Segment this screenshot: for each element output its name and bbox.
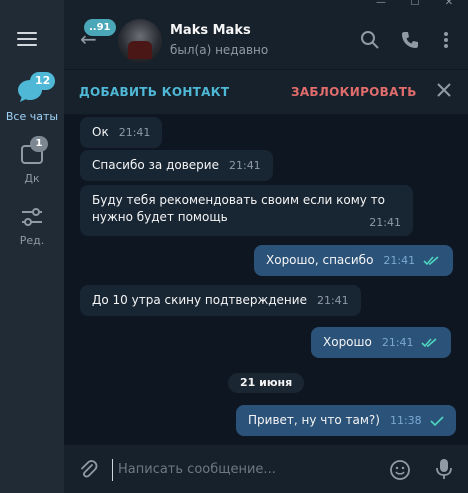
- folder-rail: 12 Все чаты 1 Дк Ред.: [0, 0, 64, 493]
- message-list[interactable]: Ок 21:41 Спасибо за доверие 21:41 Буду теб…: [64, 115, 468, 444]
- folder-all-chats[interactable]: 12 Все чаты: [0, 72, 64, 123]
- folder-edit[interactable]: Ред.: [0, 202, 64, 247]
- paperclip-icon[interactable]: [78, 459, 98, 479]
- message-bubble[interactable]: Ок 21:41: [80, 117, 163, 148]
- message-bubble[interactable]: Хорошо 21:41: [311, 327, 452, 358]
- message-time: 21:41: [381, 336, 414, 349]
- contact-action-bar: ДОБАВИТЬ КОНТАКТ ЗАБЛОКИРОВАТЬ: [64, 69, 468, 115]
- message-text: Буду тебя рекомендовать своим если кому …: [92, 193, 385, 224]
- menu-icon[interactable]: [17, 32, 37, 48]
- date-separator: 21 июня: [228, 373, 305, 393]
- search-icon[interactable]: [360, 30, 380, 50]
- sliders-icon: [22, 208, 42, 226]
- double-check-icon: [421, 337, 437, 347]
- phone-icon[interactable]: [400, 30, 420, 50]
- double-check-icon: [423, 255, 439, 265]
- message-text: Ок: [92, 125, 109, 139]
- message-text: Спасибо за доверие: [92, 158, 219, 172]
- message-text: Привет, ну что там?): [248, 413, 380, 427]
- message-bubble[interactable]: Хорошо, спасибо 21:41: [254, 245, 453, 276]
- block-button[interactable]: ЗАБЛОКИРОВАТЬ: [291, 85, 417, 99]
- folder-label: Дк: [24, 172, 40, 185]
- more-vertical-icon[interactable]: [436, 30, 456, 50]
- chat-title[interactable]: Maks Maks: [170, 23, 251, 38]
- folder-label: Ред.: [19, 234, 45, 247]
- avatar[interactable]: [118, 19, 162, 63]
- maximize-button[interactable]: ☐: [404, 0, 426, 10]
- close-icon[interactable]: [436, 82, 452, 98]
- title-bar: — ☐ ✕: [0, 0, 468, 11]
- add-contact-button[interactable]: ДОБАВИТЬ КОНТАКТ: [79, 85, 229, 99]
- message-time: 21:41: [383, 254, 416, 267]
- message-input[interactable]: Написать сообщение...: [112, 459, 372, 481]
- microphone-icon[interactable]: [434, 457, 454, 481]
- message-bubble[interactable]: Привет, ну что там?) 11:38: [236, 405, 456, 436]
- message-bubble[interactable]: Спасибо за доверие 21:41: [80, 150, 273, 181]
- all-chats-badge: 12: [30, 72, 56, 90]
- message-text: До 10 утра скину подтверждение: [92, 293, 307, 307]
- folder-dk[interactable]: 1 Дк: [0, 136, 64, 185]
- message-time: 11:38: [389, 414, 422, 427]
- chat-header: ← ..91 Maks Maks был(а) недавно: [64, 11, 468, 69]
- message-composer: Написать сообщение...: [64, 444, 468, 493]
- message-bubble[interactable]: Буду тебя рекомендовать своим если кому …: [80, 185, 413, 236]
- emoji-icon[interactable]: [389, 459, 411, 481]
- close-window-button[interactable]: ✕: [438, 0, 460, 10]
- message-text: Хорошо, спасибо: [266, 253, 374, 267]
- message-time: 21:41: [316, 294, 349, 307]
- chat-status: был(а) недавно: [170, 43, 269, 57]
- message-time: 21:41: [369, 216, 401, 229]
- folder-label: Все чаты: [5, 110, 59, 123]
- message-text: Хорошо: [323, 335, 372, 349]
- message-bubble[interactable]: До 10 утра скину подтверждение 21:41: [80, 285, 361, 316]
- message-time: 21:41: [228, 159, 261, 172]
- folder-dk-badge: 1: [30, 136, 48, 152]
- message-time: 21:41: [118, 126, 151, 139]
- check-icon: [429, 415, 444, 426]
- unread-counter-badge: ..91: [84, 19, 116, 36]
- minimize-button[interactable]: —: [370, 0, 392, 10]
